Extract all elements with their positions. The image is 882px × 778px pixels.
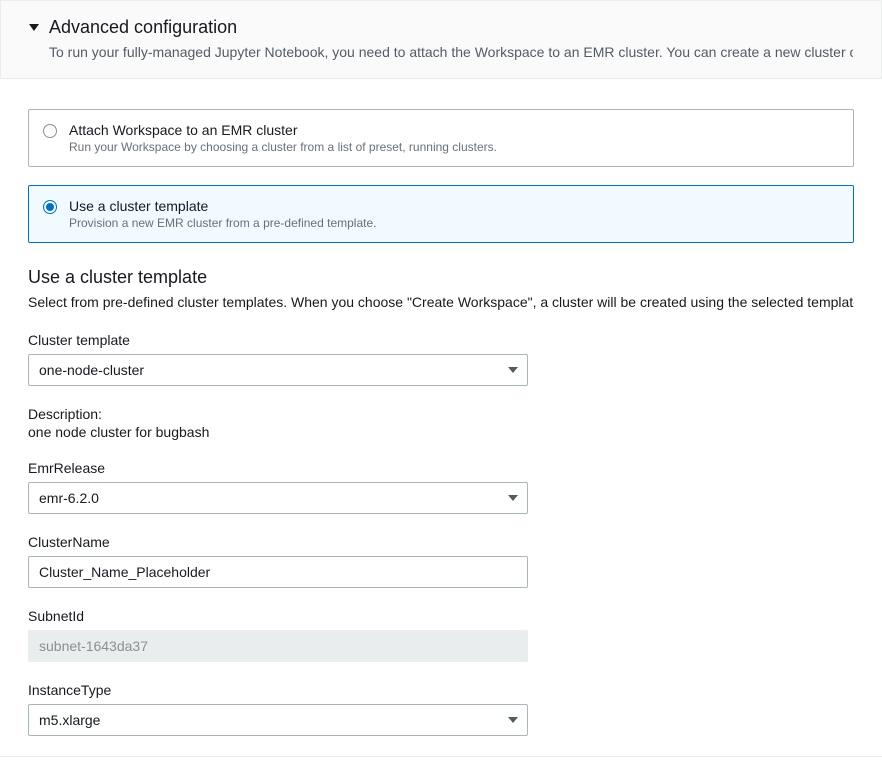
radio-attach-workspace[interactable]: Attach Workspace to an EMR cluster Run y… (28, 109, 854, 167)
radio-description: Run your Workspace by choosing a cluster… (69, 140, 497, 154)
radio-icon (43, 200, 57, 214)
radio-icon (43, 124, 57, 138)
section-title: Use a cluster template (28, 267, 854, 288)
emr-release-select[interactable]: emr-6.2.0 (28, 482, 528, 514)
subnet-id-label: SubnetId (28, 608, 854, 624)
description-label: Description: (28, 406, 854, 422)
radio-use-template[interactable]: Use a cluster template Provision a new E… (28, 185, 854, 243)
cluster-template-label: Cluster template (28, 332, 854, 348)
radio-label: Attach Workspace to an EMR cluster (69, 122, 497, 138)
panel-description: To run your fully-managed Jupyter Notebo… (29, 44, 853, 60)
description-value: one node cluster for bugbash (28, 424, 854, 440)
radio-label: Use a cluster template (69, 198, 376, 214)
caret-down-icon (29, 24, 39, 31)
select-value: one-node-cluster (39, 362, 144, 378)
select-value: m5.xlarge (39, 712, 100, 728)
emr-release-label: EmrRelease (28, 460, 854, 476)
cluster-name-label: ClusterName (28, 534, 854, 550)
instance-type-label: InstanceType (28, 682, 854, 698)
section-description: Select from pre-defined cluster template… (28, 294, 854, 310)
radio-description: Provision a new EMR cluster from a pre-d… (69, 216, 376, 230)
cluster-name-input[interactable] (28, 556, 528, 588)
instance-type-select[interactable]: m5.xlarge (28, 704, 528, 736)
advanced-config-panel: Advanced configuration To run your fully… (0, 0, 882, 79)
panel-title: Advanced configuration (49, 17, 237, 38)
advanced-config-toggle[interactable]: Advanced configuration (29, 17, 853, 38)
cluster-template-select[interactable]: one-node-cluster (28, 354, 528, 386)
divider (0, 756, 882, 757)
subnet-id-input (28, 630, 528, 662)
select-value: emr-6.2.0 (39, 490, 99, 506)
